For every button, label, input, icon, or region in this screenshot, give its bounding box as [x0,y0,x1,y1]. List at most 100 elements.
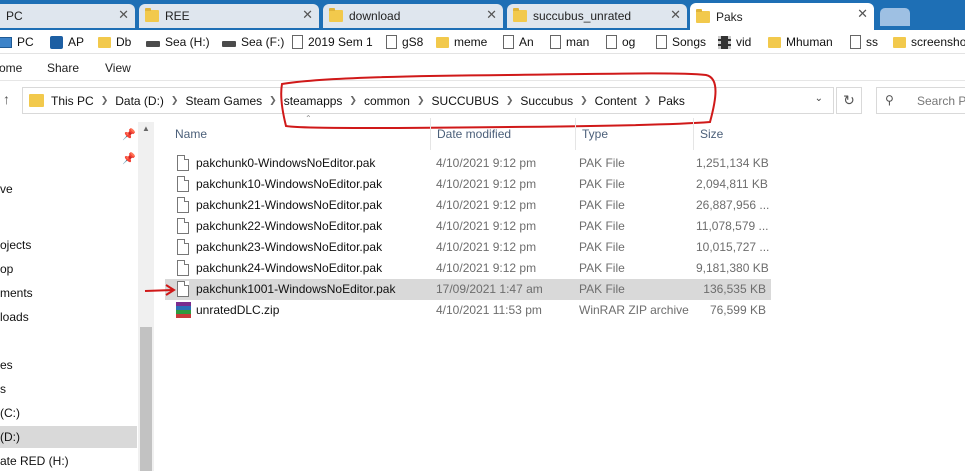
bookmark-label: ss [866,35,878,49]
file-name: pakchunk24-WindowsNoEditor.pak [196,261,383,275]
file-date: 4/10/2021 9:12 pm [436,261,537,275]
file-date: 4/10/2021 9:12 pm [436,240,537,254]
table-row[interactable]: pakchunk24-WindowsNoEditor.pak 4/10/2021… [165,258,771,279]
nav-item-selected[interactable]: (D:) [0,426,137,448]
bookmark-item[interactable]: gS8 [386,33,423,51]
bookmark-item[interactable]: og [606,33,635,51]
bookmark-item[interactable]: 2019 Sem 1 [292,33,373,51]
tab-download[interactable]: download ✕ [323,4,503,28]
file-type: PAK File [579,156,625,170]
table-row-highlighted[interactable]: pakchunk1001-WindowsNoEditor.pak 17/09/2… [165,279,771,300]
search-input[interactable]: ⚲ Search Pa [876,87,965,114]
bookmark-label: 2019 Sem 1 [308,35,373,49]
nav-item[interactable]: ate RED (H:) [0,450,69,472]
pin-icon[interactable]: 📌 [122,128,136,141]
chevron-down-icon[interactable]: ⌄ [815,93,823,104]
new-tab-button[interactable] [880,8,910,26]
bookmark-item[interactable]: Sea (F:) [222,33,284,51]
bookmark-item[interactable]: screensho [893,33,965,51]
bookmark-item[interactable]: vid [718,33,751,51]
app-icon [50,35,63,49]
folder-icon [29,94,44,107]
file-size: 26,887,956 ... [696,198,770,212]
close-icon[interactable]: ✕ [302,7,313,23]
close-icon[interactable]: ✕ [118,7,129,23]
nav-item[interactable]: es [0,354,13,376]
ribbon-share-tab[interactable]: Share [47,61,79,75]
column-header-name[interactable]: Name ⌃ [175,114,430,150]
close-icon[interactable]: ✕ [486,7,497,23]
pin-icon[interactable]: 📌 [122,152,136,165]
nav-item[interactable]: (C:) [0,402,20,424]
file-icon [177,155,189,171]
tab-paks[interactable]: Paks ✕ [690,3,874,30]
file-name: pakchunk21-WindowsNoEditor.pak [196,198,383,212]
table-row[interactable]: pakchunk22-WindowsNoEditor.pak 4/10/2021… [165,216,771,237]
nav-item[interactable]: s [0,378,6,400]
close-icon[interactable]: ✕ [670,7,681,23]
folder-icon [145,8,159,22]
file-type: PAK File [579,261,625,275]
page-icon [503,35,514,49]
search-icon: ⚲ [885,93,894,107]
chevron-right-icon[interactable]: ❯ [171,95,179,106]
breadcrumb-steam-games[interactable]: Steam Games [185,94,262,108]
table-row[interactable]: pakchunk23-WindowsNoEditor.pak 4/10/2021… [165,237,771,258]
bookmark-item[interactable]: An [503,33,534,51]
nav-item[interactable]: ments [0,282,33,304]
bookmark-label: Mhuman [786,35,833,49]
bookmark-label: AP [68,35,85,49]
nav-item-label: ve [0,182,13,196]
column-label: Name [175,127,208,141]
nav-item[interactable]: ojects [0,234,31,256]
tab-label: PC [6,9,23,23]
bookmark-item[interactable]: ss [850,33,878,51]
ribbon-home-tab[interactable]: ome [0,61,22,75]
tab-pc[interactable]: PC ✕ [0,4,135,28]
scroll-up-icon[interactable]: ▲ [142,124,150,133]
file-name: pakchunk10-WindowsNoEditor.pak [196,177,383,191]
file-icon [177,176,189,192]
bookmark-item[interactable]: AP [50,33,84,51]
bookmark-item[interactable]: man [550,33,589,51]
bookmark-item[interactable]: PC [0,33,34,51]
bookmark-item[interactable]: meme [436,33,487,51]
table-row[interactable]: pakchunk0-WindowsNoEditor.pak 4/10/2021 … [165,153,771,174]
column-header-type[interactable]: Type [575,118,693,150]
bookmark-item[interactable]: Sea (H:) [146,33,210,51]
bookmark-label: vid [736,35,752,49]
scrollbar-thumb[interactable] [140,327,152,471]
bookmark-item[interactable]: Db [98,33,131,51]
bookmark-item[interactable]: Mhuman [768,33,833,51]
drive-icon [146,41,160,47]
file-icon [177,197,189,213]
nav-item[interactable]: op [0,258,13,280]
file-date: 4/10/2021 11:53 pm [436,303,542,317]
file-type: PAK File [579,198,625,212]
breadcrumb-data-d[interactable]: Data (D:) [115,94,164,108]
table-row[interactable]: pakchunk10-WindowsNoEditor.pak 4/10/2021… [165,174,771,195]
ribbon-view-tab[interactable]: View [105,61,131,75]
nav-item[interactable]: loads [0,306,29,328]
refresh-button[interactable]: ↻ [836,87,862,114]
bookmark-label: og [622,35,636,49]
chevron-right-icon[interactable]: ❯ [101,95,109,106]
table-row[interactable]: unratedDLC.zip 4/10/2021 11:53 pm WinRAR… [165,300,771,321]
table-row[interactable]: pakchunk21-WindowsNoEditor.pak 4/10/2021… [165,195,771,216]
up-arrow-icon[interactable]: ↑ [3,91,10,107]
nav-item[interactable]: ve [0,178,13,200]
tab-succubus-unrated[interactable]: succubus_unrated ✕ [507,4,687,28]
nav-item-label: es [0,358,13,372]
column-header-date[interactable]: Date modified [430,118,575,150]
file-date: 4/10/2021 9:12 pm [436,177,537,191]
chevron-right-icon[interactable]: ❯ [269,95,277,106]
bookmark-item[interactable]: Songs [656,33,706,51]
folder-icon [893,36,906,48]
tab-ree[interactable]: REE ✕ [139,4,319,28]
nav-item-label: s [0,382,6,396]
folder-icon [513,8,527,22]
breadcrumb-this-pc[interactable]: This PC [51,94,94,108]
column-header-size[interactable]: Size [693,118,773,150]
close-icon[interactable]: ✕ [857,6,868,22]
file-size: 136,535 KB [703,282,766,296]
